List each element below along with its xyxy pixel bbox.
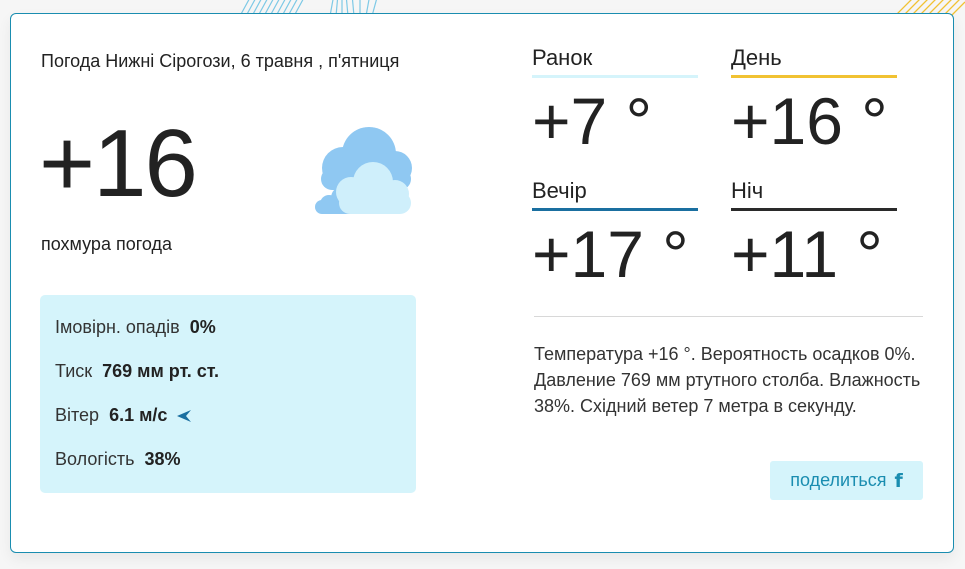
period-night-temp: +11 ° <box>731 217 883 291</box>
current-temperature: +16 <box>39 110 198 217</box>
period-evening-bar <box>532 208 698 211</box>
share-facebook-button[interactable]: поделиться f <box>770 461 923 500</box>
period-evening-label: Вечір <box>532 178 587 203</box>
humidity-label: Вологість <box>55 449 135 469</box>
precipitation-value: 0% <box>189 317 216 337</box>
location-date-title: Погода Нижні Сірогози, 6 травня , п'ятни… <box>41 51 400 71</box>
period-day-label: День <box>731 45 782 70</box>
period-morning-bar <box>532 75 698 78</box>
wind-value: 6.1 м/с <box>109 405 168 425</box>
humidity-row: Вологість 38% <box>55 449 181 470</box>
precipitation-row: Імовірн. опадів 0% <box>55 317 216 338</box>
period-morning-label: Ранок <box>532 45 593 70</box>
period-night: Ніч +11 ° <box>731 174 897 289</box>
wind-row: Вітер 6.1 м/с <box>55 405 192 426</box>
wind-label: Вітер <box>55 405 100 425</box>
weather-condition: похмура погода <box>41 234 173 254</box>
period-morning: Ранок +7 ° <box>532 41 698 156</box>
period-night-bar <box>731 208 897 211</box>
period-day-temp: +16 ° <box>731 84 888 158</box>
period-morning-temp: +7 ° <box>532 84 652 158</box>
weather-card: Погода Нижні Сірогози, 6 травня , п'ятни… <box>10 13 954 553</box>
pressure-label: Тиск <box>55 361 93 381</box>
weather-summary-text: Температура +16 °. Вероятность осадков 0… <box>534 344 921 416</box>
details-panel: Імовірн. опадів 0% Тиск 769 мм рт. ст. Віт… <box>40 295 416 493</box>
facebook-icon: f <box>894 469 903 492</box>
humidity-value: 38% <box>144 449 181 469</box>
wind-direction-arrow-icon <box>177 410 192 423</box>
divider <box>534 316 923 317</box>
period-evening-temp: +17 ° <box>532 217 689 291</box>
period-day-bar <box>731 75 897 78</box>
precipitation-label: Імовірн. опадів <box>55 317 180 337</box>
share-label: поделиться <box>790 470 887 490</box>
pressure-row: Тиск 769 мм рт. ст. <box>55 361 219 382</box>
period-day: День +16 ° <box>731 41 897 156</box>
period-night-label: Ніч <box>731 178 764 203</box>
cloudy-icon <box>315 127 412 214</box>
period-evening: Вечір +17 ° <box>532 174 698 289</box>
pressure-value: 769 мм рт. ст. <box>102 361 220 381</box>
